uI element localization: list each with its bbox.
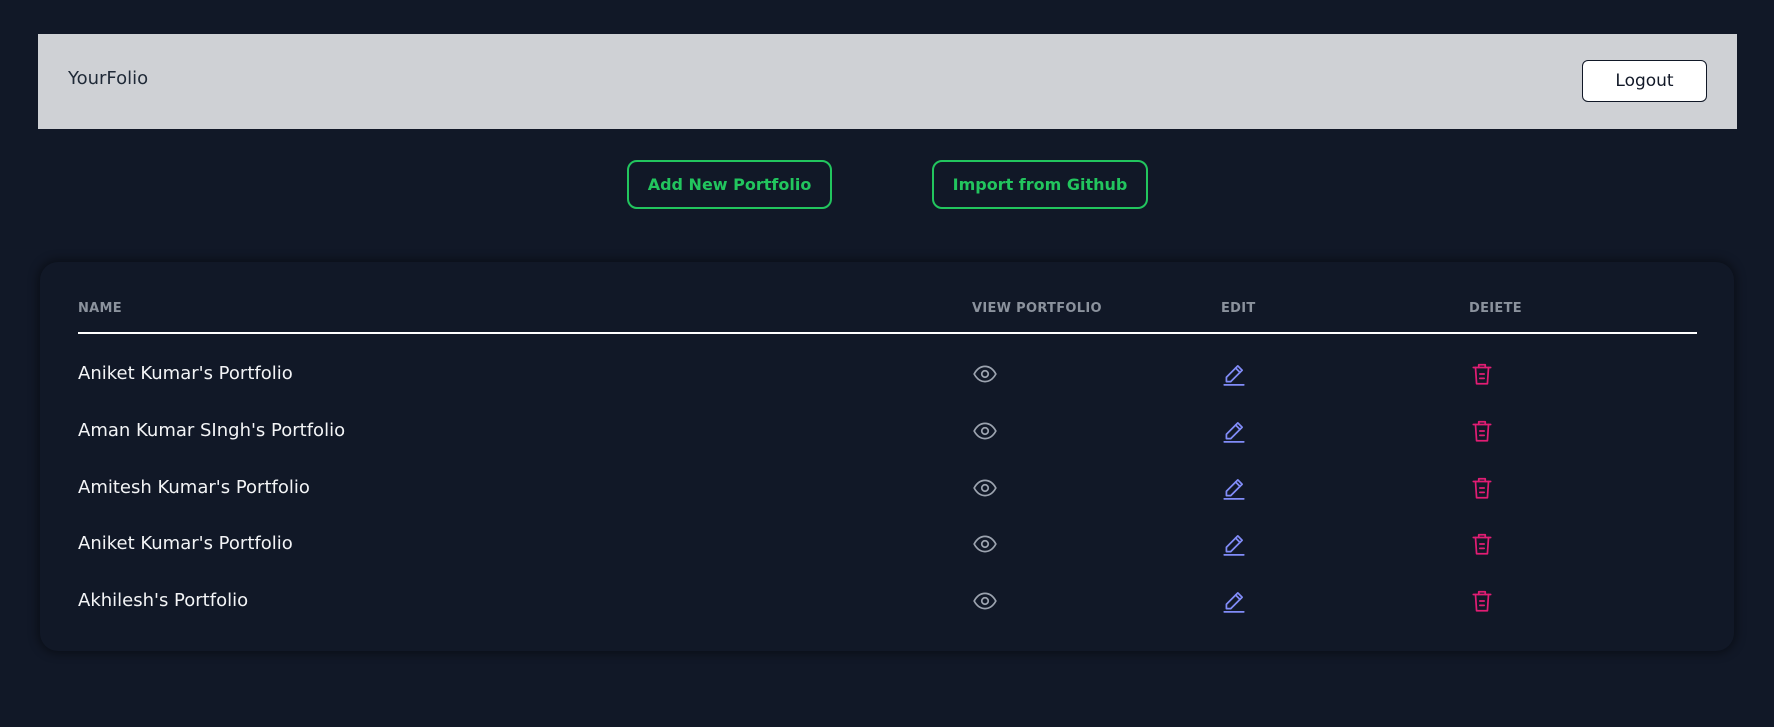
table-row: Akhilesh's Portfolio — [78, 582, 1697, 622]
trash-icon[interactable] — [1469, 531, 1495, 557]
brand-logo[interactable]: YourFolio — [68, 70, 148, 88]
table-row: Aniket Kumar's Portfolio — [78, 525, 1697, 565]
logout-button[interactable]: Logout — [1582, 60, 1707, 102]
trash-icon[interactable] — [1469, 475, 1495, 501]
eye-icon[interactable] — [972, 361, 998, 387]
pencil-icon[interactable] — [1221, 475, 1247, 501]
column-header-edit: EDIT — [1221, 301, 1256, 316]
table-row: Aniket Kumar's Portfolio — [78, 355, 1697, 395]
eye-icon[interactable] — [972, 588, 998, 614]
portfolio-name: Aniket Kumar's Portfolio — [78, 533, 293, 554]
eye-icon[interactable] — [972, 418, 998, 444]
navbar: YourFolio Logout — [38, 34, 1737, 129]
portfolio-name: Aniket Kumar's Portfolio — [78, 363, 293, 384]
header-divider — [78, 332, 1697, 334]
eye-icon[interactable] — [972, 531, 998, 557]
eye-icon[interactable] — [972, 475, 998, 501]
portfolio-name: Aman Kumar SIngh's Portfolio — [78, 420, 346, 441]
portfolio-name: Amitesh Kumar's Portfolio — [78, 477, 310, 498]
trash-icon[interactable] — [1469, 361, 1495, 387]
table-row: Amitesh Kumar's Portfolio — [78, 469, 1697, 509]
column-header-name: NAME — [78, 301, 122, 316]
add-portfolio-button[interactable]: Add New Portfolio — [627, 160, 832, 209]
table-row: Aman Kumar SIngh's Portfolio — [78, 412, 1697, 452]
column-header-delete: DEIETE — [1469, 301, 1522, 316]
pencil-icon[interactable] — [1221, 418, 1247, 444]
trash-icon[interactable] — [1469, 588, 1495, 614]
pencil-icon[interactable] — [1221, 531, 1247, 557]
pencil-icon[interactable] — [1221, 588, 1247, 614]
column-header-view: VIEW PORTFOLIO — [972, 301, 1102, 316]
import-github-button[interactable]: Import from Github — [932, 160, 1148, 209]
portfolio-name: Akhilesh's Portfolio — [78, 590, 249, 611]
pencil-icon[interactable] — [1221, 361, 1247, 387]
trash-icon[interactable] — [1469, 418, 1495, 444]
